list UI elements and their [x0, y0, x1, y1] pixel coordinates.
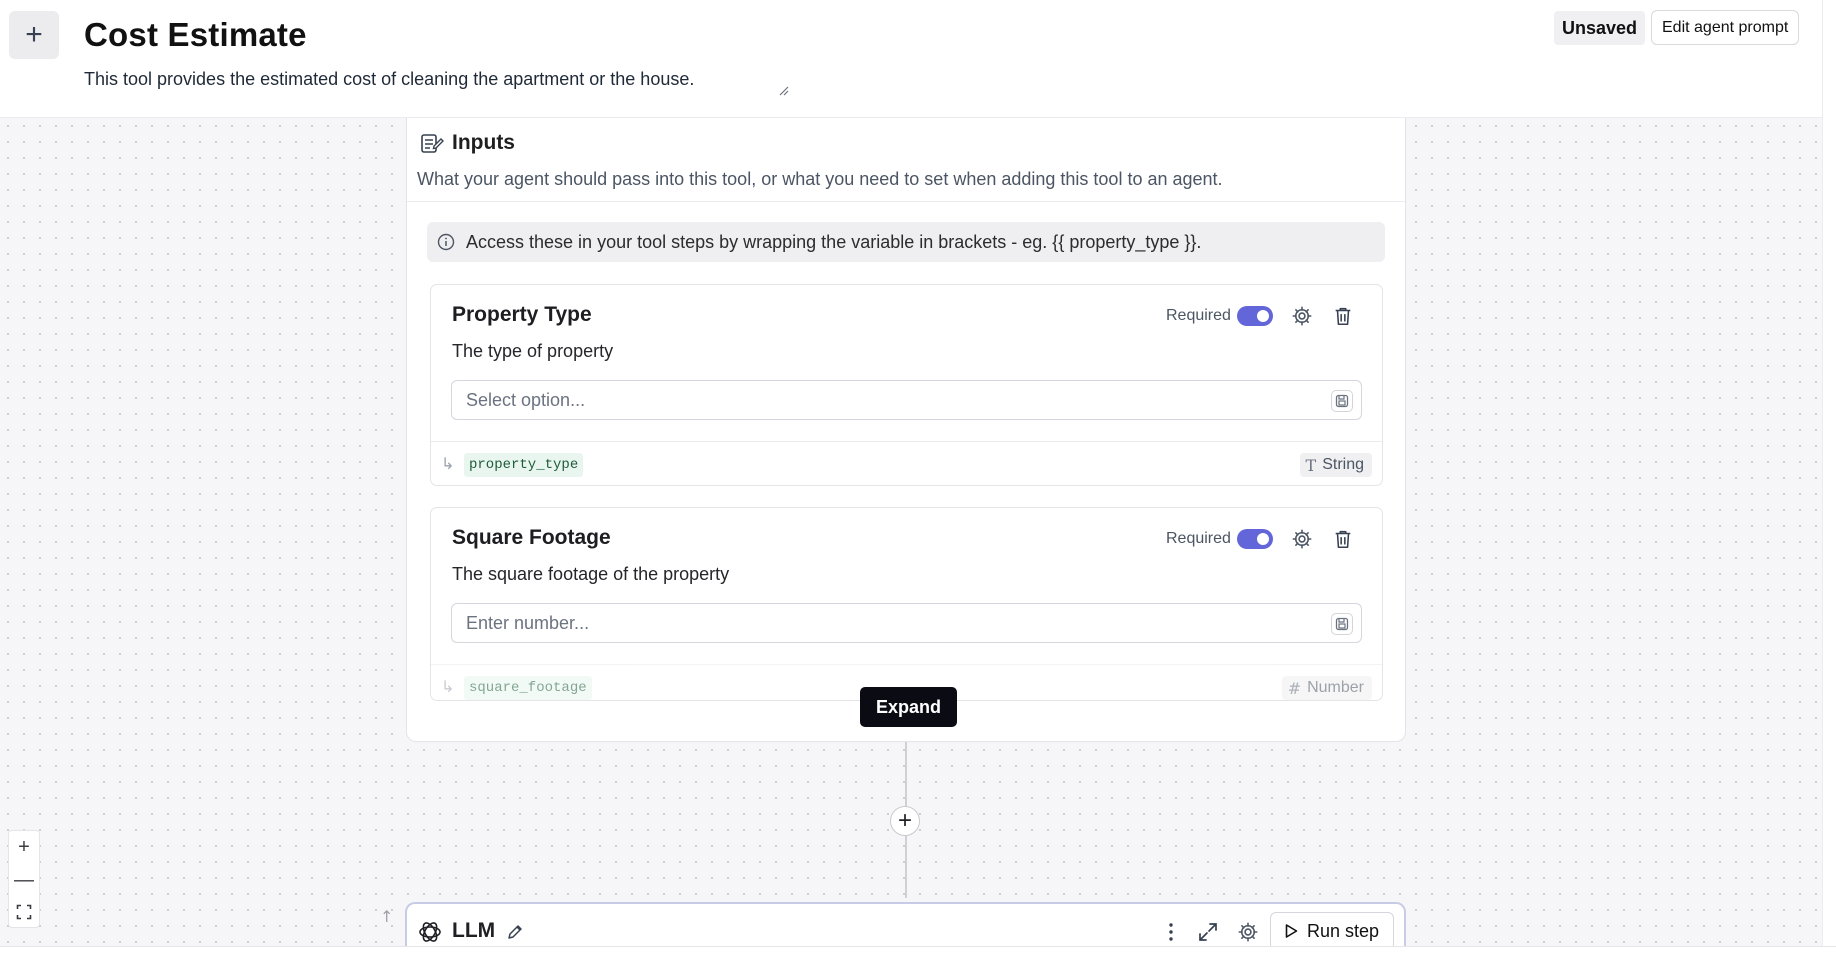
tool-header: + Cost Estimate This tool provides the e…	[0, 0, 1822, 118]
number-input[interactable]	[452, 604, 1312, 642]
field-description[interactable]: The square footage of the property	[452, 564, 729, 585]
inputs-form-icon	[421, 134, 444, 153]
input-field-card: Square Footage The square footage of the…	[430, 507, 1383, 701]
required-label: Required	[1166, 307, 1231, 324]
arrow-up-icon: ↑	[380, 907, 394, 926]
kebab-menu-icon[interactable]	[1161, 921, 1181, 943]
field-description[interactable]: The type of property	[452, 341, 613, 362]
llm-step-title: LLM	[452, 919, 496, 942]
openai-icon	[419, 922, 441, 942]
zoom-out-button[interactable]: —	[9, 864, 39, 896]
bottom-bar	[0, 946, 1836, 963]
type-label: Number	[1307, 679, 1364, 696]
resize-handle-icon[interactable]	[777, 84, 789, 96]
edit-agent-prompt-button[interactable]: Edit agent prompt	[1651, 10, 1800, 45]
play-icon	[1285, 924, 1298, 938]
variable-name-chip[interactable]: property_type	[464, 453, 584, 477]
type-label: String	[1322, 456, 1364, 473]
type-badge[interactable]: T String	[1299, 453, 1372, 477]
field-name[interactable]: Square Footage	[452, 526, 611, 550]
trash-icon[interactable]	[1332, 305, 1354, 327]
square-footage-input[interactable]	[451, 603, 1362, 643]
variable-name-chip[interactable]: square_footage	[464, 676, 592, 700]
pencil-icon[interactable]	[505, 922, 525, 942]
inputs-title: Inputs	[452, 131, 515, 154]
required-toggle[interactable]	[1237, 306, 1273, 326]
trash-icon[interactable]	[1332, 528, 1354, 550]
zoom-controls: + —	[8, 830, 40, 928]
add-step-button[interactable]: +	[890, 806, 920, 836]
return-arrow-icon: ↳	[441, 677, 455, 696]
select-input[interactable]	[452, 381, 1312, 419]
fit-view-button[interactable]	[9, 896, 39, 928]
required-toggle[interactable]	[1237, 529, 1273, 549]
add-button[interactable]: +	[9, 11, 59, 59]
number-type-icon: #	[1287, 678, 1302, 698]
gear-icon[interactable]	[1291, 528, 1313, 550]
return-arrow-icon: ↳	[441, 454, 455, 473]
unsaved-status-badge: Unsaved	[1554, 11, 1646, 45]
expand-tooltip-button[interactable]: Expand	[860, 687, 958, 727]
field-name[interactable]: Property Type	[452, 303, 592, 327]
tool-description[interactable]: This tool provides the estimated cost of…	[84, 69, 694, 90]
page-title[interactable]: Cost Estimate	[84, 16, 307, 54]
save-icon[interactable]	[1331, 613, 1353, 635]
gear-icon[interactable]	[1237, 921, 1259, 943]
info-circle-icon	[437, 233, 455, 251]
inputs-header: Inputs What your agent should pass into …	[407, 118, 1405, 202]
run-step-label: Run step	[1307, 920, 1380, 941]
info-text: Access these in your tool steps by wrapp…	[466, 231, 1202, 252]
zoom-in-button[interactable]: +	[9, 831, 39, 863]
property-type-select[interactable]	[451, 380, 1362, 420]
inputs-card: Inputs What your agent should pass into …	[406, 118, 1406, 742]
input-field-card: Property Type The type of property Requi…	[430, 284, 1383, 486]
save-icon[interactable]	[1331, 390, 1353, 412]
vertical-scrollbar[interactable]	[1822, 0, 1836, 946]
type-badge[interactable]: # Number	[1281, 676, 1372, 700]
field-footer: ↳ property_type T String	[431, 441, 1382, 486]
run-step-button[interactable]: Run step	[1270, 912, 1395, 946]
workflow-canvas[interactable]: Inputs What your agent should pass into …	[0, 118, 1822, 946]
fit-view-icon	[16, 904, 32, 920]
info-banner: Access these in your tool steps by wrapp…	[427, 222, 1385, 262]
llm-step-card[interactable]: LLM Run step	[405, 902, 1406, 946]
string-type-icon: T	[1305, 455, 1317, 475]
required-label: Required	[1166, 530, 1231, 547]
inputs-subtitle: What your agent should pass into this to…	[417, 169, 1223, 189]
expand-arrows-icon[interactable]	[1197, 921, 1219, 943]
gear-icon[interactable]	[1291, 305, 1313, 327]
